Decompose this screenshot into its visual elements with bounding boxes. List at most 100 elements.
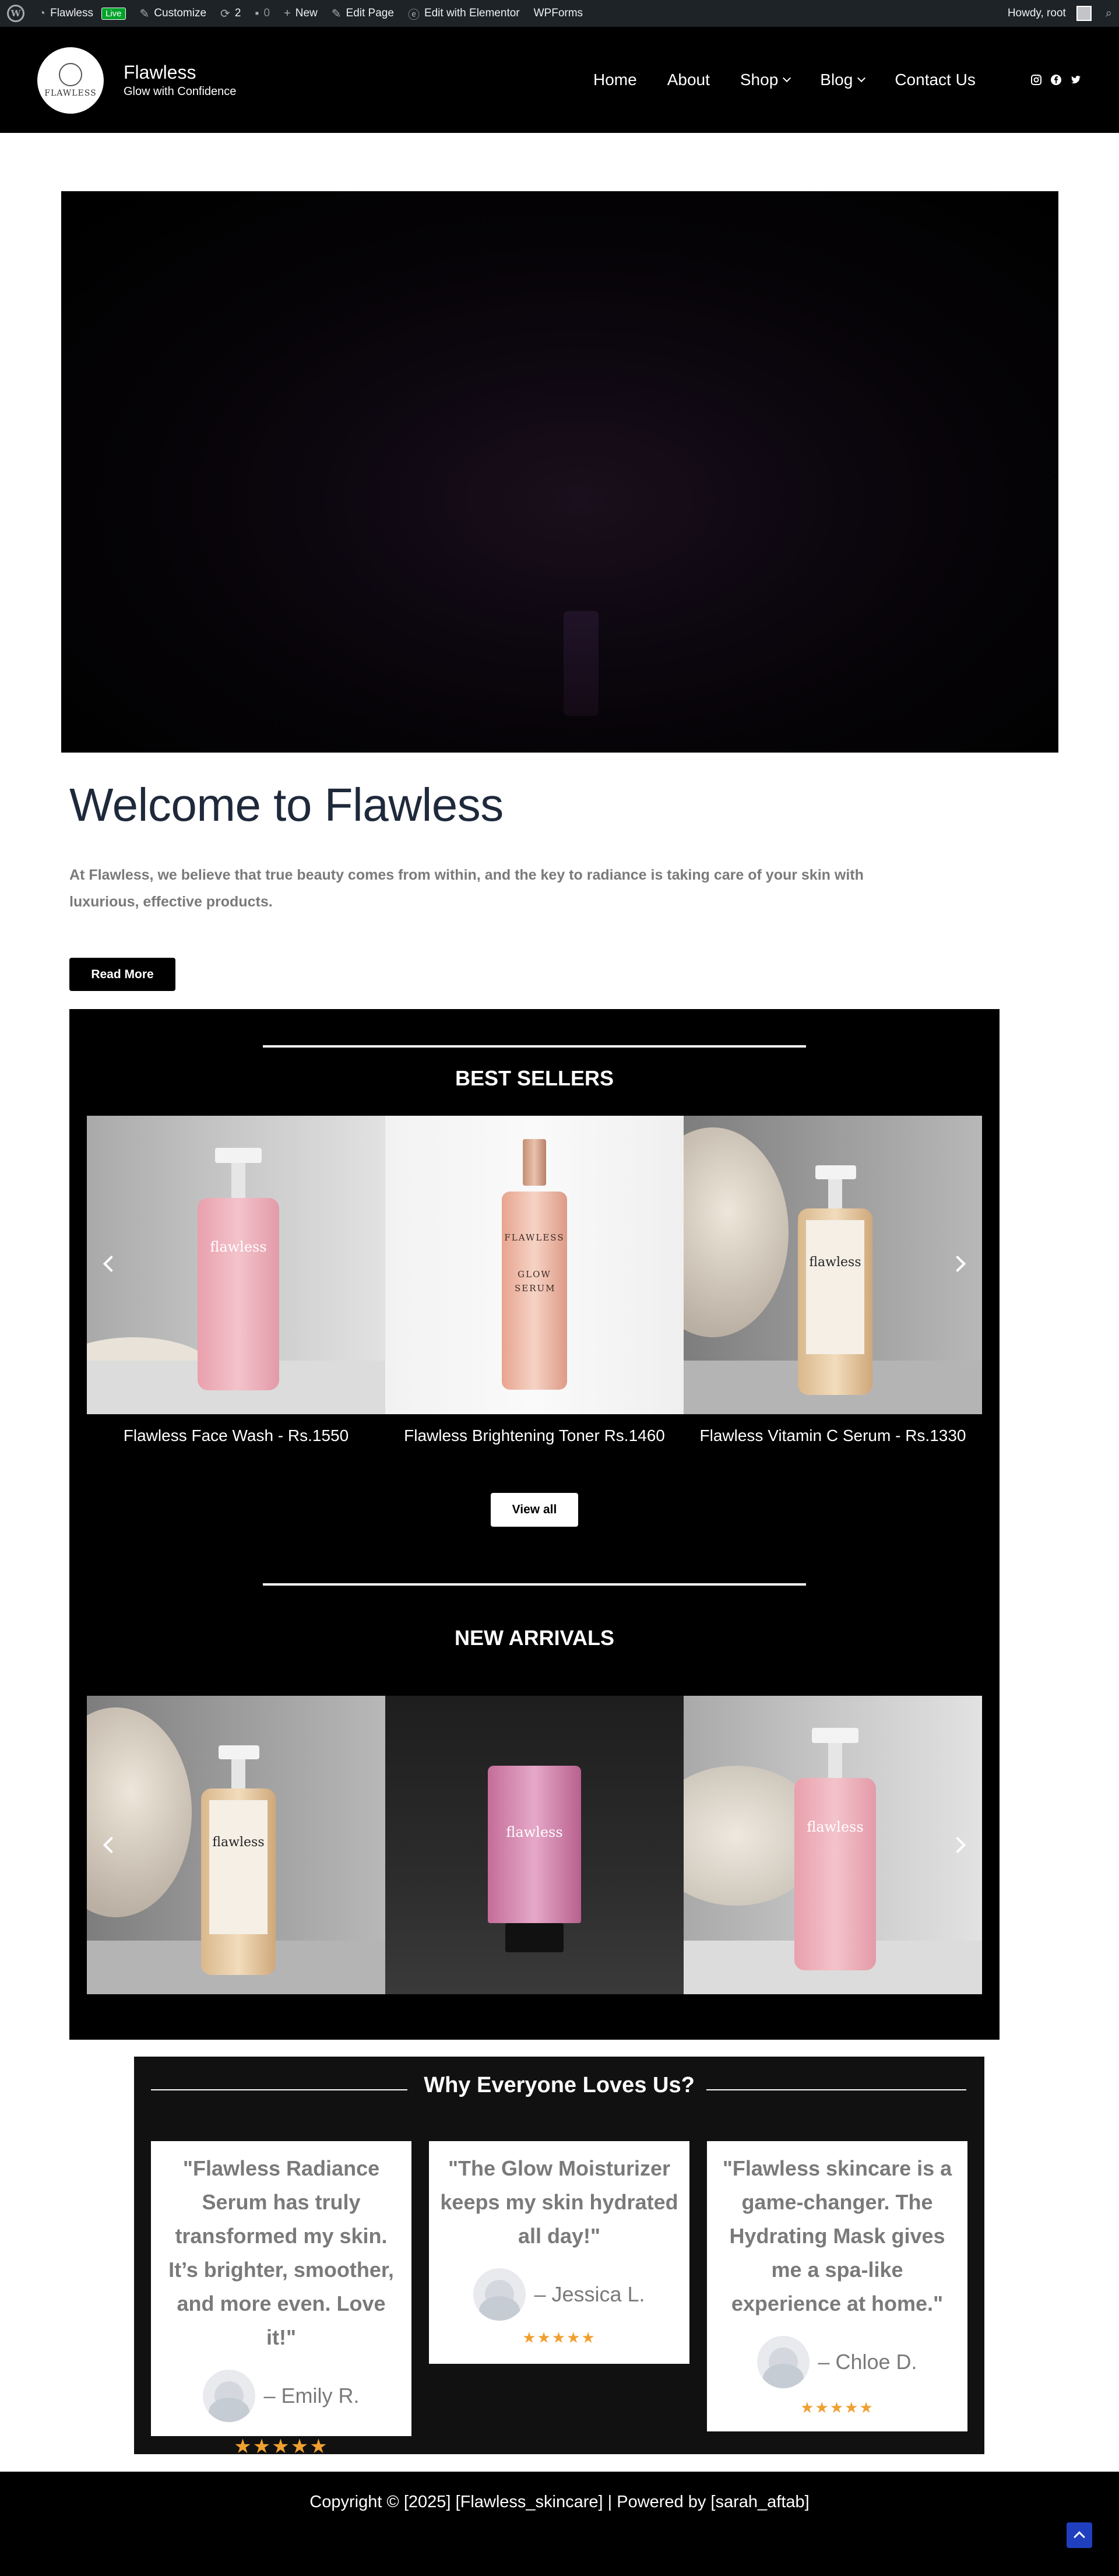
bottle-body: flawless bbox=[798, 1208, 872, 1395]
bottle-body: FLAWLESS GLOW SERUM bbox=[502, 1192, 567, 1390]
chevron-up-icon bbox=[1074, 2531, 1085, 2543]
pump-neck bbox=[231, 1163, 245, 1198]
tube-product: flawless bbox=[488, 1766, 581, 1952]
wordpress-icon: W bbox=[7, 5, 24, 22]
comments-button[interactable]: ▪ 0 bbox=[248, 0, 277, 27]
avatar bbox=[473, 2268, 526, 2321]
hero-text: At Flawless, we believe that true beauty… bbox=[69, 867, 864, 910]
chevron-down-icon bbox=[857, 73, 866, 83]
serum-bottle: FLAWLESS GLOW SERUM bbox=[502, 1139, 567, 1396]
search-icon: ⌕ bbox=[1105, 6, 1112, 20]
scroll-to-top-button[interactable] bbox=[1067, 2522, 1092, 2548]
nav-about[interactable]: About bbox=[667, 71, 710, 89]
best-sellers-title: BEST SELLERS bbox=[455, 1066, 614, 1090]
author-name: – Jessica L. bbox=[534, 2282, 645, 2306]
product-image[interactable]: flawless bbox=[684, 1696, 982, 1994]
product-image[interactable]: flawless bbox=[87, 1696, 385, 1994]
edit-elementor-button[interactable]: ⓔ Edit with Elementor bbox=[401, 0, 527, 27]
pump-neck bbox=[231, 1759, 245, 1788]
admin-avatar bbox=[1076, 6, 1092, 21]
social-links bbox=[1030, 27, 1082, 133]
author-name: – Emily R. bbox=[263, 2384, 360, 2408]
new-content-button[interactable]: + New bbox=[277, 0, 325, 27]
pump-head bbox=[215, 1148, 262, 1163]
product-image[interactable]: FLAWLESS GLOW SERUM bbox=[385, 1116, 684, 1414]
testimonial-card: "Flawless Radiance Serum has truly trans… bbox=[151, 2141, 411, 2458]
brush-icon: ✎ bbox=[139, 7, 150, 20]
account-menu[interactable]: Howdy, root bbox=[1001, 0, 1099, 27]
read-more-button[interactable]: Read More bbox=[69, 958, 175, 991]
plus-icon: + bbox=[284, 6, 291, 20]
bottle-body: flawless bbox=[198, 1198, 279, 1390]
site-tagline: Glow with Confidence bbox=[124, 85, 237, 98]
elementor-icon: ⓔ bbox=[407, 8, 420, 22]
copyright-text: Copyright © [2025] [Flawless_skincare] |… bbox=[309, 2493, 810, 2511]
pump-bottle: flawless bbox=[798, 1165, 872, 1398]
pump-bottle: flawless bbox=[201, 1745, 276, 1978]
customize-button[interactable]: ✎ Customize bbox=[133, 0, 214, 27]
rating-stars-icon: ★★★★★ bbox=[522, 2329, 596, 2346]
tube-body: flawless bbox=[488, 1766, 581, 1923]
wpforms-button[interactable]: WPForms bbox=[527, 0, 590, 27]
main-nav: Home About Shop Blog Contact Us bbox=[593, 27, 976, 133]
rating-stars-icon: ★★★★★ bbox=[234, 2436, 329, 2458]
bottle-label-panel bbox=[806, 1220, 864, 1354]
product-caption[interactable]: Flawless Vitamin C Serum - Rs.1330 bbox=[684, 1426, 982, 1445]
best-sellers-carousel: flawless FLAWLESS GLOW SERUM flawless bbox=[87, 1116, 982, 1414]
updates-icon: ⟳ bbox=[220, 7, 230, 20]
new-arrivals-carousel: flawless flawless flawless bbox=[87, 1696, 982, 1994]
admin-search-button[interactable]: ⌕ bbox=[1099, 0, 1119, 27]
product-image[interactable]: flawless bbox=[87, 1116, 385, 1414]
testimonial-author: – Emily R. bbox=[151, 2370, 411, 2422]
testimonial-card: "The Glow Moisturizer keeps my skin hydr… bbox=[429, 2141, 689, 2364]
testimonial-card: "Flawless skincare is a game-changer. Th… bbox=[707, 2141, 967, 2431]
logo-mark-icon bbox=[59, 63, 82, 86]
serum-cap bbox=[523, 1139, 546, 1186]
new-arrivals-title: NEW ARRIVALS bbox=[455, 1626, 614, 1650]
updates-button[interactable]: ⟳ 2 bbox=[213, 0, 248, 27]
comment-icon: ▪ bbox=[255, 6, 259, 20]
edit-page-button[interactable]: ✎ Edit Page bbox=[325, 0, 401, 27]
pump-head bbox=[219, 1745, 259, 1759]
dashboard-icon: ◔ bbox=[38, 6, 46, 20]
hero-bottle-silhouette bbox=[564, 611, 599, 716]
pencil-icon: ✎ bbox=[331, 7, 342, 20]
nav-home[interactable]: Home bbox=[593, 71, 637, 89]
chevron-down-icon bbox=[783, 73, 791, 83]
bottle-label-panel bbox=[209, 1800, 268, 1934]
pump-neck bbox=[828, 1743, 842, 1778]
product-caption[interactable]: Flawless Brightening Toner Rs.1460 bbox=[385, 1426, 684, 1445]
nav-shop[interactable]: Shop bbox=[740, 71, 791, 89]
testimonial-author: – Jessica L. bbox=[429, 2268, 689, 2321]
live-badge: Live bbox=[101, 7, 126, 20]
best-sellers-divider bbox=[263, 1045, 806, 1048]
hero-image bbox=[61, 191, 1058, 753]
testimonial-quote: "The Glow Moisturizer keeps my skin hydr… bbox=[440, 2156, 678, 2248]
cloth-decoration bbox=[87, 1707, 192, 1917]
pump-neck bbox=[828, 1179, 842, 1208]
pump-head bbox=[812, 1728, 858, 1743]
instagram-icon[interactable] bbox=[1030, 74, 1042, 86]
pump-head bbox=[815, 1165, 856, 1179]
facebook-icon[interactable] bbox=[1050, 74, 1062, 86]
product-caption[interactable]: Flawless Face Wash - Rs.1550 bbox=[87, 1426, 385, 1445]
admin-bar: W ◔ Flawless Live ✎ Customize ⟳ 2 ▪ 0 + … bbox=[0, 0, 1119, 27]
view-all-button[interactable]: View all bbox=[491, 1493, 578, 1527]
testimonial-quote: "Flawless skincare is a game-changer. Th… bbox=[722, 2156, 952, 2315]
testimonials-section: Why Everyone Loves Us? "Flawless Radianc… bbox=[134, 2057, 984, 2458]
product-image[interactable]: flawless bbox=[684, 1116, 982, 1414]
site-logo[interactable]: FLAWLESS bbox=[37, 47, 104, 114]
products-section: BEST SELLERS flawless FLAWLESS GLOW SERU… bbox=[69, 1009, 1000, 2040]
author-name: – Chloe D. bbox=[818, 2350, 917, 2374]
nav-contact[interactable]: Contact Us bbox=[895, 71, 976, 89]
nav-blog[interactable]: Blog bbox=[820, 71, 866, 89]
twitter-icon[interactable] bbox=[1070, 74, 1082, 86]
admin-site-name[interactable]: ◔ Flawless Live bbox=[31, 0, 133, 27]
product-image[interactable]: flawless bbox=[385, 1696, 684, 1994]
bottle-body: flawless bbox=[794, 1778, 876, 1970]
site-title[interactable]: Flawless bbox=[124, 62, 196, 83]
cloth-decoration bbox=[684, 1127, 789, 1337]
pump-bottle: flawless bbox=[794, 1728, 876, 1973]
wordpress-logo-button[interactable]: W bbox=[0, 0, 31, 27]
avatar bbox=[757, 2336, 810, 2388]
